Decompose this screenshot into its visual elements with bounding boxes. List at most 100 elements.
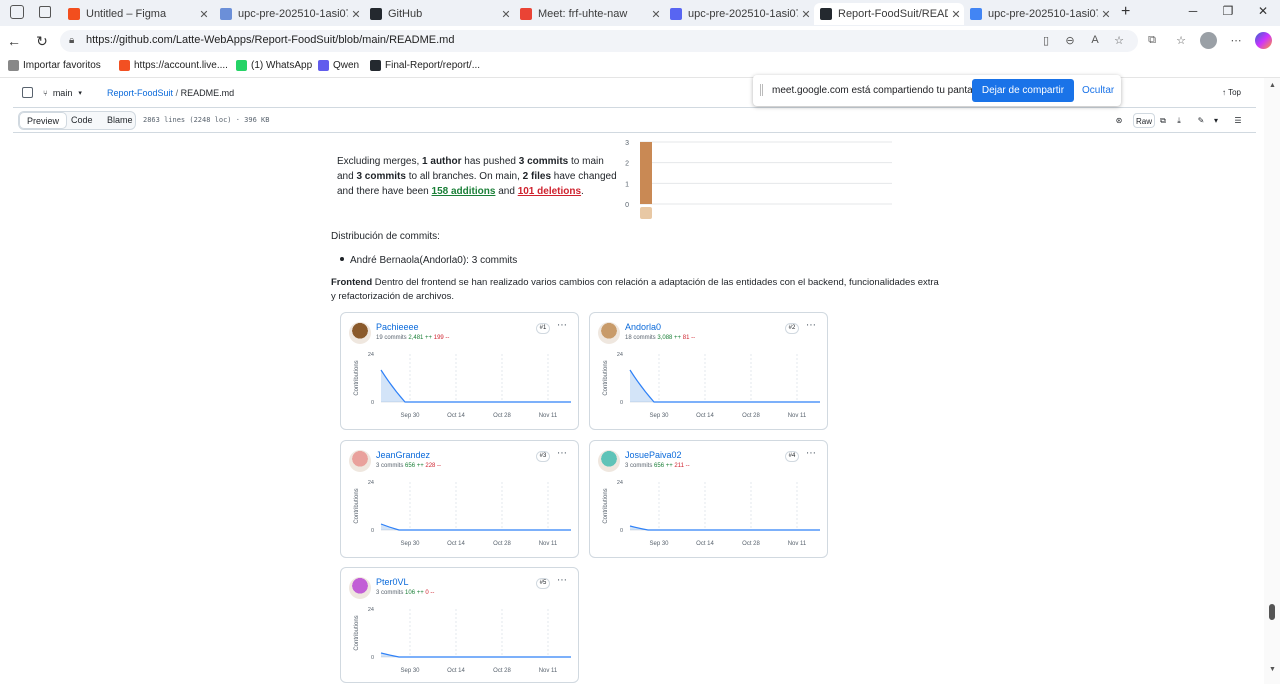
y-tick-label: 24 [368, 352, 374, 358]
copilot-icon[interactable] [1255, 32, 1272, 49]
author-count: 1 author [422, 156, 462, 167]
read-aloud-icon[interactable]: A [1087, 34, 1103, 46]
refresh-icon[interactable]: ↻ [32, 31, 52, 51]
browser-tab[interactable]: upc-pre-202510-1asi0730✕ [214, 3, 364, 25]
tab-code[interactable]: Code [64, 112, 100, 129]
favorite-link[interactable]: https://account.live.... [119, 60, 228, 71]
arrow-up-icon: ↑ [1222, 88, 1226, 97]
favorite-star-icon[interactable]: ☆ [1111, 34, 1127, 47]
breadcrumb: Report-FoodSuit / README.md [107, 88, 234, 98]
summary-text: . [581, 186, 584, 197]
favorite-icon [8, 60, 19, 71]
y-tick-label: 24 [368, 607, 374, 613]
copy-icon[interactable]: ⧉ [1156, 113, 1170, 128]
y-tick-label: 24 [368, 480, 374, 486]
scroll-up-arrow[interactable]: ▲ [1269, 82, 1276, 89]
contribution-area [381, 524, 571, 530]
page-scrollbar[interactable]: ▲ ▼ [1264, 78, 1280, 684]
deletions-link[interactable]: 101 deletions [518, 186, 581, 197]
tab-blame[interactable]: Blame [100, 112, 140, 129]
breadcrumb-repo[interactable]: Report-FoodSuit [107, 88, 173, 98]
profile-avatar[interactable] [1200, 32, 1217, 49]
close-tab-icon[interactable]: ✕ [498, 8, 514, 21]
site-info-icon[interactable]: 🔒︎ [69, 35, 74, 46]
x-tick-label: Oct 14 [447, 413, 465, 419]
chevron-down-icon: ▾ [78, 90, 82, 97]
frontend-text: Dentro del frontend se han realizado var… [331, 277, 939, 302]
browser-tab[interactable]: Untitled – Figma ✕ [62, 3, 212, 25]
workspaces-icon[interactable] [10, 5, 24, 19]
sidebar-toggle-icon[interactable] [22, 87, 33, 98]
hide-banner-button[interactable]: Ocultar [1082, 85, 1114, 96]
zoom-icon[interactable]: ⊖ [1062, 34, 1078, 47]
contributor-card: JeanGrandez 3 commits 656 ++ 228 -- #3 ⋯ Con… [340, 440, 579, 558]
stop-sharing-button[interactable]: Dejar de compartir [972, 79, 1074, 102]
close-tab-icon[interactable]: ✕ [348, 8, 364, 21]
favorite-link[interactable]: (1) WhatsApp [236, 60, 312, 71]
y-tick-label: 24 [617, 352, 623, 358]
browser-tab[interactable]: Report-FoodSuit/README✕ [814, 3, 964, 25]
close-window-icon[interactable]: ✕ [1248, 4, 1278, 18]
summary-text: Excluding merges, [337, 156, 423, 167]
tab-preview[interactable]: Preview [19, 112, 68, 129]
scroll-down-arrow[interactable]: ▼ [1269, 666, 1276, 673]
frontend-paragraph: Frontend Dentro del frontend se han real… [331, 276, 943, 304]
close-tab-icon[interactable]: ✕ [798, 8, 814, 21]
outline-icon[interactable]: ☰ [1231, 113, 1245, 128]
additions-link[interactable]: 158 additions [432, 186, 496, 197]
tab-title: Report-FoodSuit/README [838, 8, 948, 20]
y-axis-label: Contributions [603, 488, 609, 523]
commit-summary: Excluding merges, 1 author has pushed 3 … [337, 154, 619, 199]
commits-main: 3 commits [518, 156, 569, 167]
favorite-icon [370, 60, 381, 71]
copilot-chat-icon[interactable]: ⊛ [1112, 113, 1126, 128]
mini-tick-label: 0 [625, 202, 629, 209]
minimize-icon[interactable]: ─ [1178, 4, 1208, 18]
favorite-link[interactable]: Importar favoritos [8, 60, 101, 71]
distribution-heading: Distribución de commits: [331, 231, 440, 242]
branch-selector[interactable]: ⑂ main ▾ [43, 85, 82, 101]
mini-tick-label: 1 [625, 181, 629, 188]
contributions-chart: Contributions 24 0 Sep 30 Oct 14 Oct 28 Nov 11 [354, 607, 571, 674]
tab-favicon-icon [520, 8, 532, 20]
browser-tab[interactable]: upc-pre-202510-1asi0730✕ [964, 3, 1114, 25]
back-icon[interactable]: ← [4, 31, 24, 51]
close-tab-icon[interactable]: ✕ [1098, 8, 1114, 21]
y-tick-label: 0 [620, 400, 623, 406]
back-to-top-button[interactable]: ↑ Top [1222, 88, 1241, 97]
contribution-line [380, 523, 571, 531]
breadcrumb-separator: / [175, 88, 179, 98]
share-message: meet.google.com está compartiendo tu pan… [772, 85, 986, 96]
favorites-icon[interactable]: ☆ [1173, 34, 1189, 47]
close-tab-icon[interactable]: ✕ [648, 8, 664, 21]
new-tab-button[interactable]: + [1121, 3, 1130, 21]
tab-favicon-icon [220, 8, 232, 20]
close-tab-icon[interactable]: ✕ [948, 8, 964, 21]
summary-text: has pushed [461, 156, 519, 167]
branch-icon: ⑂ [43, 88, 48, 98]
browser-tab[interactable]: GitHub ✕ [364, 3, 514, 25]
x-tick-label: Nov 11 [539, 413, 558, 419]
drag-handle-icon[interactable] [760, 84, 763, 96]
favorite-link[interactable]: Final-Report/report/... [370, 60, 480, 71]
edit-options-chevron-icon[interactable]: ▾ [1210, 113, 1222, 128]
close-tab-icon[interactable]: ✕ [196, 8, 212, 21]
top-label: Top [1228, 88, 1241, 97]
summary-text: and [495, 186, 518, 197]
url-field[interactable]: 🔒︎ https://github.com/Latte-WebApps/Repo… [60, 30, 1138, 52]
x-tick-label: Sep 30 [649, 541, 669, 547]
browser-tab[interactable]: Meet: frf-uhte-naw ✕ [514, 3, 664, 25]
tab-actions-icon[interactable] [39, 6, 51, 18]
raw-button[interactable]: Raw [1133, 113, 1155, 128]
favorite-icon [119, 60, 130, 71]
browser-tab[interactable]: upc-pre-202510-1asi0730✕ [664, 3, 814, 25]
menu-icon[interactable]: ⋯ [1228, 34, 1244, 47]
edit-icon[interactable]: ✎ [1194, 113, 1208, 128]
extensions-icon[interactable]: ⧉ [1144, 34, 1160, 47]
restore-icon[interactable]: ❐ [1213, 4, 1243, 18]
download-icon[interactable]: ⤓ [1172, 113, 1186, 128]
scroll-thumb[interactable] [1269, 604, 1275, 620]
immersive-reader-icon[interactable]: ▯ [1038, 34, 1054, 47]
contributor-card: Andorla0 18 commits 3,088 ++ 81 -- #2 ⋯ Cont… [589, 312, 828, 430]
favorite-link[interactable]: Qwen [318, 60, 359, 71]
